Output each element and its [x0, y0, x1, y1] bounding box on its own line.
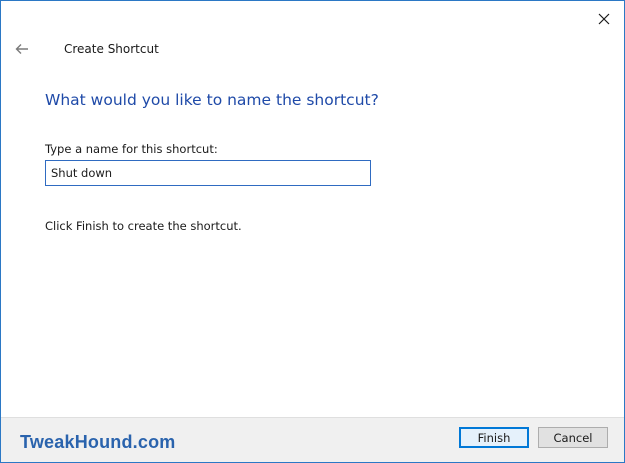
shortcut-name-label: Type a name for this shortcut:: [45, 142, 218, 156]
finish-button[interactable]: Finish: [459, 427, 529, 448]
shortcut-name-input[interactable]: [45, 160, 371, 186]
wizard-heading: What would you like to name the shortcut…: [45, 91, 379, 109]
back-button[interactable]: [11, 39, 33, 59]
finish-hint: Click Finish to create the shortcut.: [45, 219, 242, 233]
create-shortcut-window: Create Shortcut What would you like to n…: [0, 0, 625, 463]
back-arrow-icon: [15, 44, 28, 54]
window-title: Create Shortcut: [64, 42, 159, 56]
close-button[interactable]: [594, 9, 614, 29]
close-icon: [598, 13, 610, 25]
watermark-logo: TweakHound.com: [20, 432, 176, 452]
cancel-button[interactable]: Cancel: [538, 427, 608, 448]
